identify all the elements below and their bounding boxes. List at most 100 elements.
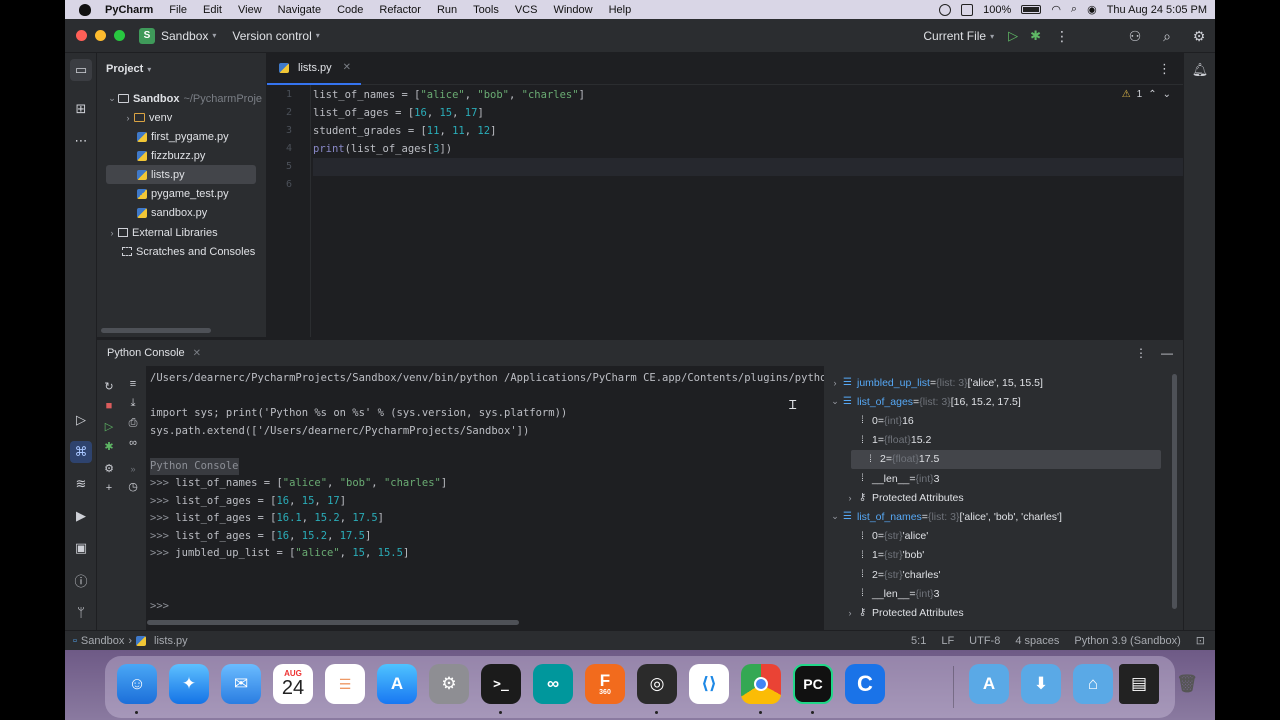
- apple-icon[interactable]: [79, 3, 91, 16]
- run-config-selector[interactable]: Current File ▾: [923, 29, 994, 43]
- stop-icon[interactable]: ■: [101, 398, 117, 414]
- variable-row[interactable]: ⁞ __len__ = {int} 3: [824, 584, 1164, 603]
- variable-row[interactable]: ⌄ ☰ list_of_names = {list: 3} ['alice', 'b…: [824, 507, 1164, 526]
- project-panel-title[interactable]: Project ▾: [97, 53, 266, 85]
- system-settings-icon[interactable]: ⚙: [429, 664, 469, 704]
- options-icon[interactable]: ⋮: [1135, 346, 1147, 360]
- sound-icon[interactable]: [961, 3, 974, 16]
- print-icon[interactable]: ⎙: [125, 415, 141, 431]
- execute-icon[interactable]: ▷: [101, 418, 117, 434]
- services-icon[interactable]: ▶: [70, 505, 92, 527]
- siri-icon[interactable]: ◉: [1087, 3, 1097, 16]
- variable-row[interactable]: ⌄ ☰ list_of_ages = {list: 3} [16, 15.2, 17…: [824, 392, 1164, 411]
- mail-icon[interactable]: ✉: [221, 664, 261, 704]
- chevron-right-icon[interactable]: ›: [122, 113, 134, 123]
- variable-row[interactable]: ⁞ __len__ = {int} 3: [824, 469, 1164, 488]
- home-folder-icon[interactable]: ⌂: [1073, 664, 1113, 704]
- more-actions-icon[interactable]: ⋮: [1055, 28, 1069, 45]
- debug-icon[interactable]: ✱: [1030, 28, 1041, 44]
- code-line[interactable]: print(list_of_ages[3]): [313, 140, 1183, 158]
- code-line[interactable]: list_of_names = ["alice", "bob", "charle…: [313, 86, 1183, 104]
- menu-tools[interactable]: Tools: [465, 4, 507, 16]
- pycharm-icon[interactable]: PC: [793, 664, 833, 704]
- python-packages-icon[interactable]: ≋: [70, 473, 92, 495]
- menubar-clock[interactable]: Thu Aug 24 5:05 PM: [1107, 4, 1207, 16]
- console-output[interactable]: /Users/dearnerc/PycharmProjects/Sandbox/…: [147, 366, 824, 620]
- variable-row[interactable]: › ☰ jumbled_up_list = {list: 3} ['alice', …: [824, 373, 1164, 392]
- close-tab-icon[interactable]: ✕: [343, 62, 351, 73]
- code-area[interactable]: list_of_names = ["alice", "bob", "charle…: [313, 85, 1183, 337]
- vcs-widget[interactable]: Version control ▾: [232, 29, 319, 43]
- breadcrumb-file[interactable]: lists.py: [154, 635, 188, 647]
- fusion-360-icon[interactable]: F 360: [585, 664, 625, 704]
- inspection-widget[interactable]: ⚠ 1 ⌃ ⌄: [1122, 89, 1171, 100]
- calendar-icon[interactable]: AUG 24: [273, 664, 313, 704]
- project-hscrollbar[interactable]: [101, 328, 211, 333]
- indent-setting[interactable]: 4 spaces: [1015, 635, 1059, 647]
- line-separator[interactable]: LF: [941, 635, 954, 647]
- notifications-bell-icon[interactable]: 🔔︎: [1189, 59, 1211, 81]
- reminders-icon[interactable]: ☰: [325, 664, 365, 704]
- arduino-icon[interactable]: ∞: [533, 664, 573, 704]
- file-encoding[interactable]: UTF-8: [969, 635, 1000, 647]
- obs-icon[interactable]: ◎: [637, 664, 677, 704]
- applications-folder-icon[interactable]: A: [969, 664, 1009, 704]
- project-tool-icon[interactable]: ▭: [70, 59, 92, 81]
- search-icon[interactable]: ⌕: [1071, 3, 1077, 16]
- close-window-button[interactable]: [76, 30, 87, 41]
- run-icon[interactable]: ▷: [1008, 28, 1018, 44]
- variable-row[interactable]: › ⚷ Protected Attributes: [824, 603, 1164, 622]
- variable-row[interactable]: ⁞ 1 = {str} 'bob': [824, 546, 1164, 565]
- variable-row[interactable]: ⁞ 0 = {int} 16: [824, 411, 1164, 430]
- lock-icon[interactable]: ⊡: [1196, 634, 1205, 647]
- chevron-down-icon[interactable]: ⌄: [1163, 89, 1171, 100]
- chevron-down-icon[interactable]: ⌄: [828, 511, 842, 522]
- search-everywhere-icon[interactable]: ⌕: [1151, 28, 1183, 45]
- variable-row[interactable]: ⁞ 2 = {str} 'charles': [824, 565, 1164, 584]
- terminal-tool-icon[interactable]: ▣: [70, 537, 92, 559]
- code-line[interactable]: list_of_ages = [16, 15, 17]: [313, 104, 1183, 122]
- menu-app-name[interactable]: PyCharm: [97, 4, 161, 16]
- vscode-icon[interactable]: ⟨⟩: [689, 664, 729, 704]
- code-line[interactable]: [313, 176, 1183, 194]
- project-switcher[interactable]: Sandbox ▾: [161, 29, 216, 43]
- chevron-right-icon[interactable]: ›: [843, 608, 857, 618]
- zoom-window-button[interactable]: [114, 30, 125, 41]
- menu-view[interactable]: View: [230, 4, 270, 16]
- chevron-right-icon[interactable]: ›: [828, 378, 842, 388]
- scrollbar-thumb[interactable]: [147, 620, 519, 625]
- add-user-icon[interactable]: ⚇: [1119, 28, 1151, 45]
- new-console-icon[interactable]: +: [101, 480, 117, 496]
- code-line[interactable]: student_grades = [11, 11, 12]: [313, 122, 1183, 140]
- git-icon[interactable]: ᛘ: [70, 601, 92, 623]
- variables-vscrollbar[interactable]: [1172, 374, 1177, 609]
- tree-item-lists[interactable]: lists.py: [106, 165, 256, 184]
- menu-window[interactable]: Window: [545, 4, 600, 16]
- control-center-icon[interactable]: [939, 3, 952, 16]
- variable-row[interactable]: ⁞ 0 = {str} 'alice': [824, 527, 1164, 546]
- minimize-window-button[interactable]: [95, 30, 106, 41]
- downloads-folder-icon[interactable]: ⬇: [1021, 664, 1061, 704]
- caret-position[interactable]: 5:1: [911, 635, 926, 647]
- menu-vcs[interactable]: VCS: [507, 4, 546, 16]
- console-settings-icon[interactable]: ⚙: [101, 460, 117, 476]
- console-hscrollbar[interactable]: [147, 619, 824, 627]
- wifi-icon[interactable]: ◠: [1051, 3, 1061, 16]
- menu-edit[interactable]: Edit: [195, 4, 230, 16]
- battery-icon[interactable]: [1021, 5, 1042, 14]
- more-tools-icon[interactable]: ⋯: [70, 130, 92, 152]
- settings-gear-icon[interactable]: ⚙: [1183, 28, 1215, 45]
- interpreter-selector[interactable]: Python 3.9 (Sandbox): [1074, 635, 1180, 647]
- clion-icon[interactable]: C: [845, 664, 885, 704]
- history-icon[interactable]: ◷: [125, 478, 141, 494]
- tree-item-external-libraries[interactable]: › External Libraries: [106, 223, 276, 242]
- chevron-down-icon[interactable]: ⌄: [828, 396, 842, 407]
- show-variables-icon[interactable]: ∞: [125, 435, 141, 451]
- safari-icon[interactable]: ✦: [169, 664, 209, 704]
- scroll-to-end-icon[interactable]: ⤓: [125, 395, 141, 411]
- menu-run[interactable]: Run: [429, 4, 465, 16]
- soft-wrap-icon[interactable]: ≡: [125, 376, 141, 392]
- menu-refactor[interactable]: Refactor: [371, 4, 429, 16]
- chevron-right-icon[interactable]: ›: [106, 228, 118, 238]
- debug-console-icon[interactable]: ✱: [101, 438, 117, 454]
